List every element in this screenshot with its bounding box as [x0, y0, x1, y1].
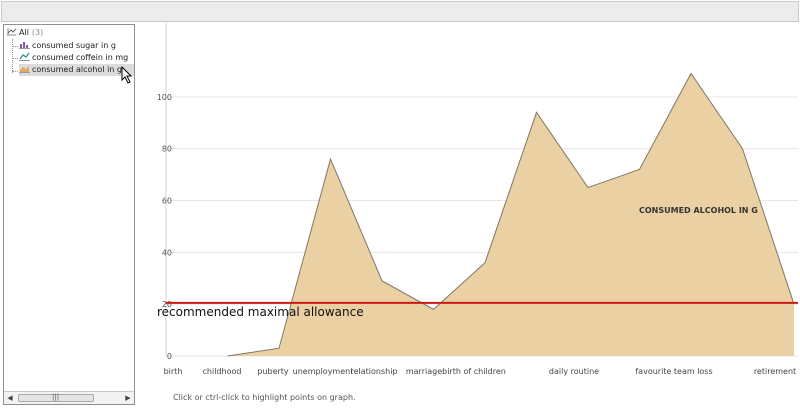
series-label: CONSUMED ALCOHOL IN G	[639, 206, 758, 215]
y-tick-label: 40	[162, 248, 172, 257]
x-tick-label: unemployment	[293, 367, 354, 376]
app-window: All (3) consumed sugar in g consumed coff…	[0, 0, 800, 409]
data-point[interactable]	[585, 185, 591, 191]
tree-connector	[12, 71, 18, 72]
x-tick-label: favourite team loss	[635, 367, 712, 376]
x-tick-label: retirement	[754, 367, 796, 376]
scroll-thumb[interactable]: |||	[18, 393, 94, 402]
x-tick-label: birth	[164, 367, 183, 376]
tree-root-label: All	[19, 28, 29, 37]
tree-connector	[12, 46, 18, 47]
tree-item-alcohol[interactable]: consumed alcohol in g	[19, 64, 134, 76]
tree-connector	[12, 58, 18, 59]
data-point[interactable]	[688, 71, 694, 77]
area-chart[interactable]: 020406080100 recommended maximal allowan…	[136, 23, 798, 383]
x-tick-label: relationship	[350, 367, 397, 376]
data-point[interactable]	[637, 166, 643, 172]
tree-item-sugar[interactable]: consumed sugar in g	[19, 40, 116, 52]
tree-item-label: consumed sugar in g	[32, 41, 116, 50]
hint-text: Click or ctrl-click to highlight points …	[173, 393, 356, 402]
y-tick-label: 80	[162, 145, 172, 154]
x-tick-label: birth of children	[442, 367, 506, 376]
line-chart-icon	[19, 52, 30, 61]
data-point[interactable]	[276, 345, 282, 351]
horizontal-scrollbar[interactable]: ◀ ||| ▶	[4, 391, 134, 404]
tree-connector	[12, 39, 13, 73]
tree-item-label: consumed coffein in mg	[32, 53, 129, 62]
tree-root[interactable]: All (3)	[6, 27, 43, 39]
tree-root-count: (3)	[31, 28, 44, 37]
mouse-cursor-icon	[121, 66, 133, 84]
grip-icon: |||	[52, 393, 60, 401]
series-tree-panel: All (3) consumed sugar in g consumed coff…	[3, 24, 135, 405]
tree-item-label: consumed alcohol in g	[32, 65, 122, 74]
chart-group-icon	[7, 28, 17, 36]
x-tick-label: childhood	[203, 367, 242, 376]
data-point[interactable]	[328, 156, 334, 162]
data-point[interactable]	[482, 260, 488, 266]
data-point[interactable]	[534, 109, 540, 115]
area-chart-icon	[19, 66, 30, 73]
y-tick-label: 100	[157, 93, 172, 102]
x-tick-label: marriage	[406, 367, 442, 376]
x-tick-label: puberty	[257, 367, 289, 376]
data-point[interactable]	[379, 278, 385, 284]
y-tick-label: 60	[162, 197, 172, 206]
reference-line-label: recommended maximal allowance	[157, 305, 364, 319]
tree-item-coffein[interactable]: consumed coffein in mg	[19, 52, 128, 64]
data-point[interactable]	[740, 146, 746, 152]
toolbar	[1, 1, 799, 22]
data-point[interactable]	[431, 306, 437, 312]
scroll-right-icon[interactable]: ▶	[124, 394, 132, 402]
scroll-left-icon[interactable]: ◀	[6, 394, 14, 402]
x-tick-label: daily routine	[549, 367, 599, 376]
bar-chart-icon	[19, 42, 30, 49]
data-point[interactable]	[225, 353, 231, 359]
y-tick-label: 0	[167, 352, 172, 361]
